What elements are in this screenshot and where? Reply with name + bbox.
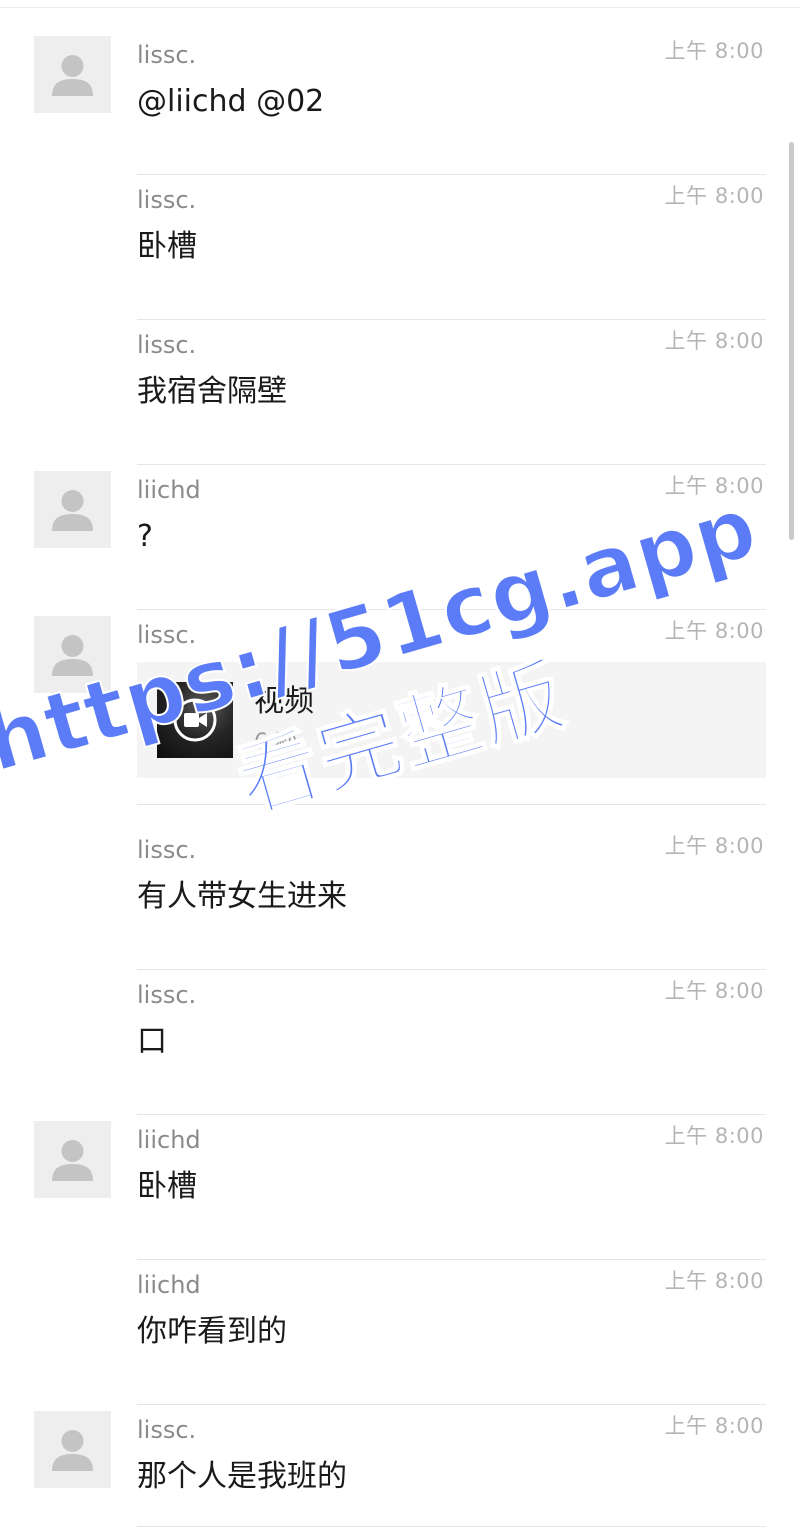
message-time: 上午 8:00 [664, 39, 764, 63]
message-text: 卧槽 [137, 229, 197, 264]
message-time: 上午 8:00 [664, 1269, 764, 1293]
chat-message[interactable]: liichd 上午 8:00 卧槽 [0, 1115, 800, 1260]
avatar[interactable] [34, 1411, 111, 1488]
message-time: 上午 8:00 [664, 184, 764, 208]
message-text: 卧槽 [137, 1169, 197, 1204]
avatar[interactable] [34, 36, 111, 113]
message-text: ? [137, 519, 153, 554]
message-time: 上午 8:00 [664, 979, 764, 1003]
message-text: @liichd @02 [137, 84, 325, 119]
sender-name: liichd [137, 1271, 201, 1299]
scrollbar[interactable] [789, 142, 794, 540]
user-placeholder-icon [52, 1430, 93, 1471]
message-text: 那个人是我班的 [137, 1459, 347, 1494]
top-divider [0, 7, 800, 8]
user-placeholder-icon [52, 55, 93, 96]
message-text: 口 [137, 1024, 167, 1059]
chat-message[interactable]: lissc. 上午 8:00 我宿舍隔壁 [0, 320, 800, 465]
message-divider [137, 1526, 766, 1527]
user-placeholder-icon [52, 490, 93, 531]
sender-name: lissc. [137, 41, 197, 69]
chat-message[interactable]: lissc. 上午 8:00 卧槽 [0, 175, 800, 320]
message-text: 你咋看到的 [137, 1314, 287, 1349]
sender-name: liichd [137, 476, 201, 504]
sender-name: lissc. [137, 1416, 197, 1444]
sender-name: liichd [137, 1126, 201, 1154]
message-text: 我宿舍隔壁 [137, 374, 287, 409]
chat-message[interactable]: liichd 上午 8:00 你咋看到的 [0, 1260, 800, 1405]
sender-name: lissc. [137, 331, 197, 359]
user-placeholder-icon [52, 1140, 93, 1181]
chat-message[interactable]: lissc. 上午 8:00 @liichd @02 [0, 30, 800, 175]
message-time: 上午 8:00 [664, 329, 764, 353]
message-time: 上午 8:00 [664, 1124, 764, 1148]
avatar[interactable] [34, 471, 111, 548]
avatar[interactable] [34, 1121, 111, 1198]
message-time: 上午 8:00 [664, 1414, 764, 1438]
chat-message[interactable]: lissc. 上午 8:00 那个人是我班的 [0, 1405, 800, 1531]
sender-name: lissc. [137, 186, 197, 214]
